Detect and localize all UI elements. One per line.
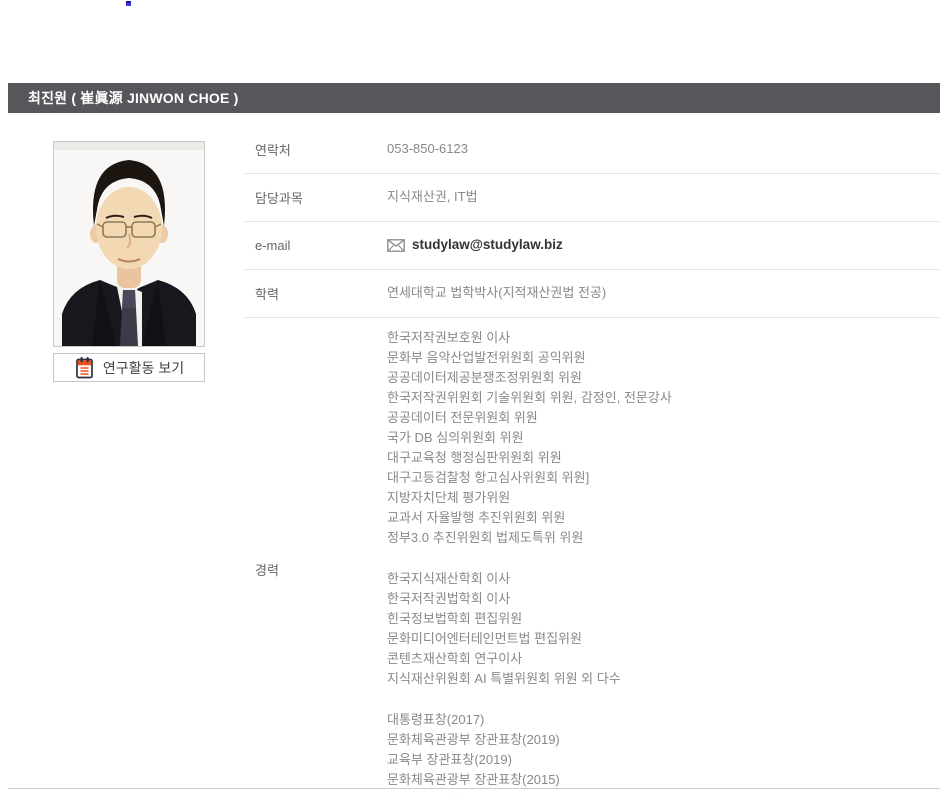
page-title: 최진원 ( 崔眞源 JINWON CHOE ) <box>28 90 238 106</box>
envelope-icon <box>387 239 405 252</box>
left-column: 연구활동 보기 <box>53 141 205 793</box>
field-label-subjects: 담당과목 <box>245 188 387 207</box>
email-address: studylaw@studylaw.biz <box>412 235 563 255</box>
field-label-contact: 연락처 <box>245 140 387 159</box>
page-bottom-divider <box>8 788 940 789</box>
row-education: 학력 연세대학교 법학박사(지적재산권법 전공) <box>245 270 940 318</box>
field-value-subjects: 지식재산권, IT법 <box>387 187 478 207</box>
profile-title-bar: 최진원 ( 崔眞源 JINWON CHOE ) <box>8 83 940 113</box>
portrait-illustration <box>54 142 204 346</box>
row-subjects: 담당과목 지식재산권, IT법 <box>245 174 940 222</box>
details-table: 연락처 053-850-6123 담당과목 지식재산권, IT법 e-mail … <box>245 126 940 793</box>
field-value-career: 한국저작권보호원 이사 문화부 음악산업발전위원회 공익위원 공공데이터제공분쟁… <box>387 328 672 793</box>
field-label-career: 경력 <box>245 560 387 579</box>
notepad-icon <box>74 356 95 379</box>
research-activity-button-label: 연구활동 보기 <box>103 358 184 378</box>
field-label-email: e-mail <box>245 238 387 253</box>
row-career: 경력 한국저작권보호원 이사 문화부 음악산업발전위원회 공익위원 공공데이터제… <box>245 318 940 793</box>
field-value-contact: 053-850-6123 <box>387 139 468 159</box>
email-link[interactable]: studylaw@studylaw.biz <box>387 235 563 255</box>
id-portrait-photo <box>53 141 205 347</box>
career-societies-list: 한국지식재산학회 이사 한국저작권법학회 이사 힌국정보법학회 편집위원 문화미… <box>387 569 672 689</box>
career-committees-list: 한국저작권보호원 이사 문화부 음악산업발전위원회 공익위원 공공데이터제공분쟁… <box>387 328 672 548</box>
broken-image-dot <box>126 1 131 6</box>
research-activity-button[interactable]: 연구활동 보기 <box>53 353 205 382</box>
profile-content: 연구활동 보기 연락처 053-850-6123 담당과목 지식재산권, IT법… <box>8 126 940 793</box>
career-awards-list: 대통령표창(2017) 문화체육관광부 장관표창(2019) 교육부 장관표창(… <box>387 710 672 793</box>
field-value-education: 연세대학교 법학박사(지적재산권법 전공) <box>387 283 606 303</box>
row-email: e-mail studylaw@studylaw.biz <box>245 222 940 270</box>
field-label-education: 학력 <box>245 284 387 303</box>
row-contact: 연락처 053-850-6123 <box>245 126 940 174</box>
